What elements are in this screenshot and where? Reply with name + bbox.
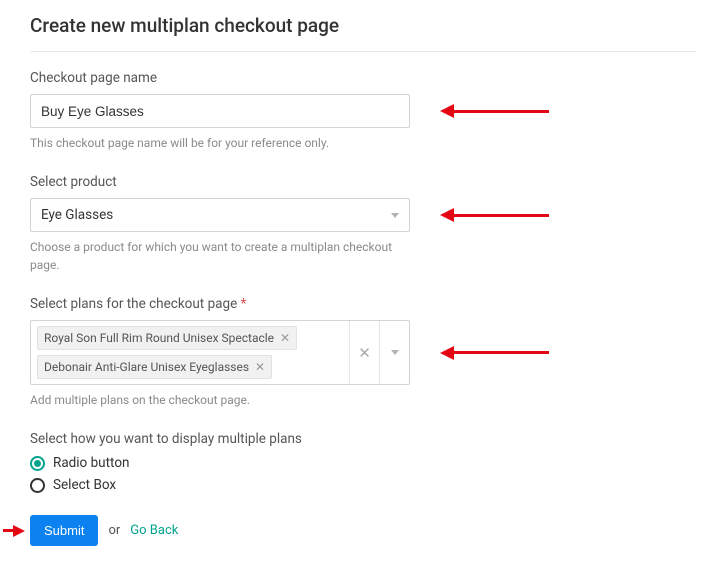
plans-tags: Royal Son Full Rim Round Unisex Spectacl… — [31, 321, 349, 384]
plans-multiselect[interactable]: Royal Son Full Rim Round Unisex Spectacl… — [30, 320, 410, 385]
annotation-arrow — [3, 525, 25, 537]
submit-button[interactable]: Submit — [30, 515, 98, 546]
field-select-product: Select product Eye Glasses Choose a prod… — [30, 174, 696, 274]
radio-option-label: Radio button — [53, 455, 130, 471]
plan-tag: Royal Son Full Rim Round Unisex Spectacl… — [37, 326, 297, 350]
plan-tag-label: Debonair Anti-Glare Unisex Eyeglasses — [44, 360, 249, 374]
plans-helper: Add multiple plans on the checkout page. — [30, 391, 420, 409]
checkout-name-input[interactable] — [30, 94, 410, 128]
plan-tag-label: Royal Son Full Rim Round Unisex Spectacl… — [44, 331, 274, 345]
clear-all-button[interactable]: ✕ — [349, 321, 379, 384]
radio-icon — [30, 456, 45, 471]
radio-option-label: Select Box — [53, 477, 116, 493]
chevron-down-icon — [391, 350, 399, 355]
plan-tag: Debonair Anti-Glare Unisex Eyeglasses ✕ — [37, 355, 272, 379]
checkout-name-label: Checkout page name — [30, 70, 696, 86]
or-text: or — [108, 523, 120, 538]
divider — [30, 51, 696, 52]
remove-tag-icon[interactable]: ✕ — [255, 361, 265, 373]
plans-label-text: Select plans for the checkout page — [30, 296, 237, 312]
annotation-arrow — [440, 104, 549, 118]
product-label: Select product — [30, 174, 696, 190]
field-select-plans: Select plans for the checkout page * Roy… — [30, 296, 696, 409]
product-selected-value: Eye Glasses — [41, 207, 113, 223]
checkout-name-helper: This checkout page name will be for your… — [30, 134, 420, 152]
radio-option-radio-button[interactable]: Radio button — [30, 455, 696, 471]
remove-tag-icon[interactable]: ✕ — [280, 332, 290, 344]
page-title: Create new multiplan checkout page — [30, 14, 696, 37]
field-display-option: Select how you want to display multiple … — [30, 431, 696, 493]
plans-label: Select plans for the checkout page * — [30, 296, 696, 312]
form-actions: Submit or Go Back — [30, 515, 696, 546]
caret-down-icon — [391, 213, 399, 218]
annotation-arrow — [440, 208, 549, 222]
product-select[interactable]: Eye Glasses — [30, 198, 410, 232]
product-helper: Choose a product for which you want to c… — [30, 238, 420, 274]
display-label: Select how you want to display multiple … — [30, 431, 696, 447]
open-dropdown-button[interactable] — [379, 321, 409, 384]
close-icon: ✕ — [358, 344, 371, 362]
go-back-link[interactable]: Go Back — [130, 523, 178, 538]
radio-option-select-box[interactable]: Select Box — [30, 477, 696, 493]
annotation-arrow — [440, 346, 549, 360]
required-asterisk: * — [241, 296, 247, 312]
field-checkout-name: Checkout page name This checkout page na… — [30, 70, 696, 152]
radio-icon — [30, 478, 45, 493]
